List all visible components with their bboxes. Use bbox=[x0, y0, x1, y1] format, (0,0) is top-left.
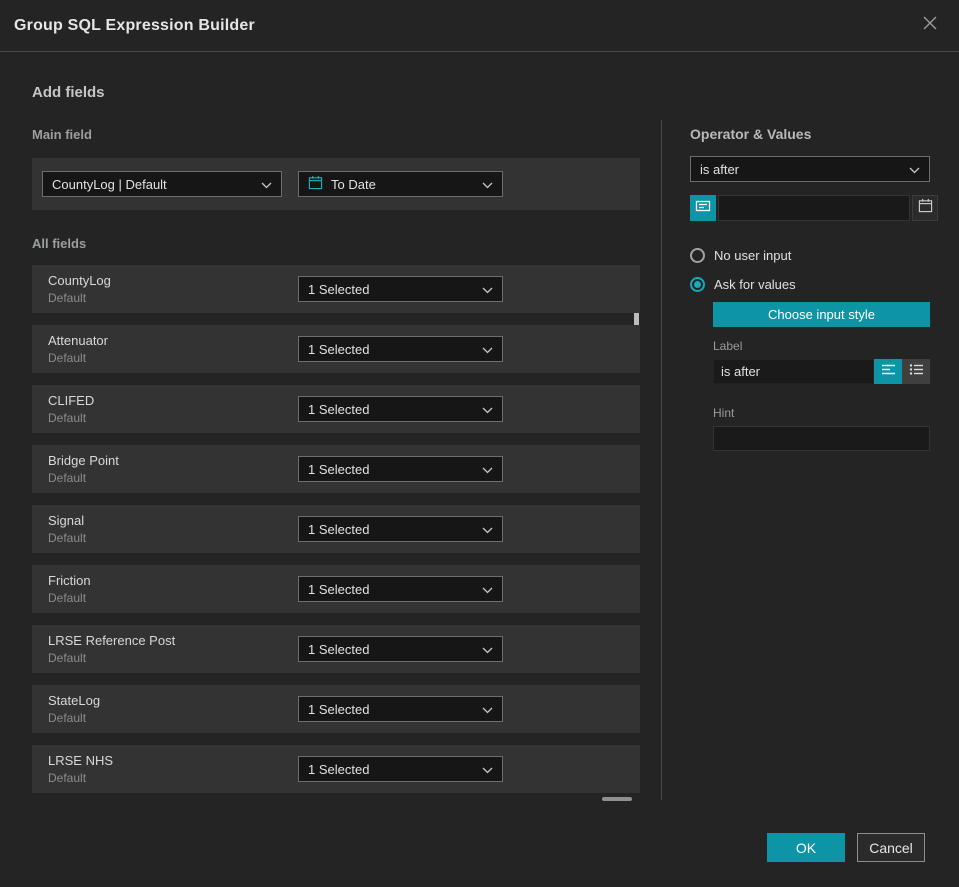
field-row: LRSE Reference Post Default 1 Selected bbox=[32, 625, 640, 673]
chevron-down-icon bbox=[482, 177, 493, 192]
main-field-select-value: CountyLog | Default bbox=[52, 176, 167, 192]
main-field-date-select[interactable]: To Date bbox=[298, 171, 503, 197]
chevron-down-icon bbox=[909, 162, 920, 177]
radio-ask-for-values-label: Ask for values bbox=[714, 277, 796, 292]
ask-for-values-section: Choose input style Label is after Hint bbox=[713, 302, 930, 451]
field-selected-dropdown[interactable]: 1 Selected bbox=[298, 276, 503, 302]
panel-divider bbox=[661, 120, 662, 800]
hint-input[interactable] bbox=[713, 426, 930, 451]
choose-input-style-button[interactable]: Choose input style bbox=[713, 302, 930, 327]
manual-entry-icon bbox=[695, 198, 711, 219]
field-selected-label: 1 Selected bbox=[308, 401, 370, 417]
chevron-down-icon bbox=[482, 702, 493, 717]
field-selected-label: 1 Selected bbox=[308, 341, 370, 357]
field-selected-label: 1 Selected bbox=[308, 581, 370, 597]
add-fields-heading: Add fields bbox=[32, 84, 105, 101]
field-selected-label: 1 Selected bbox=[308, 281, 370, 297]
operator-select[interactable]: is after bbox=[690, 156, 930, 182]
hint-label: Hint bbox=[713, 406, 735, 420]
dialog-footer: OK Cancel bbox=[767, 833, 925, 862]
field-selected-label: 1 Selected bbox=[308, 701, 370, 717]
label-input[interactable] bbox=[713, 359, 874, 384]
field-selected-dropdown[interactable]: 1 Selected bbox=[298, 336, 503, 362]
calendar-icon bbox=[918, 198, 933, 218]
chevron-down-icon bbox=[482, 462, 493, 477]
radio-ask-for-values[interactable]: Ask for values bbox=[690, 277, 930, 292]
field-row: StateLog Default 1 Selected bbox=[32, 685, 640, 733]
chevron-down-icon bbox=[482, 522, 493, 537]
radio-no-user-input[interactable]: No user input bbox=[690, 248, 930, 263]
field-row: CLIFED Default 1 Selected bbox=[32, 385, 640, 433]
radio-selected-icon bbox=[690, 277, 705, 292]
date-value-input[interactable] bbox=[718, 195, 910, 221]
field-row: Friction Default 1 Selected bbox=[32, 565, 640, 613]
chevron-down-icon bbox=[482, 642, 493, 657]
field-selected-label: 1 Selected bbox=[308, 461, 370, 477]
input-style-list-button[interactable] bbox=[902, 359, 930, 384]
field-row: Attenuator Default 1 Selected bbox=[32, 325, 640, 373]
operator-select-value: is after bbox=[700, 161, 740, 177]
radio-no-user-input-label: No user input bbox=[714, 248, 792, 263]
field-selected-dropdown[interactable]: 1 Selected bbox=[298, 636, 503, 662]
all-fields-label: All fields bbox=[32, 236, 87, 251]
field-selected-dropdown[interactable]: 1 Selected bbox=[298, 576, 503, 602]
align-left-icon bbox=[881, 363, 896, 381]
chevron-down-icon bbox=[482, 582, 493, 597]
operator-values-heading: Operator & Values bbox=[690, 126, 812, 142]
add-fields-panel: Add fields Main field CountyLog | Defaul… bbox=[32, 84, 640, 805]
main-field-label: Main field bbox=[32, 127, 92, 142]
list-icon bbox=[909, 363, 924, 381]
all-fields-list: CountyLog Default 1 Selected Attenuator … bbox=[32, 265, 640, 801]
field-row: Signal Default 1 Selected bbox=[32, 505, 640, 553]
horizontal-scrollbar-thumb[interactable] bbox=[602, 797, 632, 801]
input-style-single-line-button[interactable] bbox=[874, 359, 902, 384]
field-selected-label: 1 Selected bbox=[308, 521, 370, 537]
label-label: Label bbox=[713, 339, 743, 353]
close-icon bbox=[922, 15, 938, 36]
radio-unselected-icon bbox=[690, 248, 705, 263]
manual-entry-button[interactable] bbox=[690, 195, 716, 221]
field-selected-dropdown[interactable]: 1 Selected bbox=[298, 696, 503, 722]
main-field-select[interactable]: CountyLog | Default bbox=[42, 171, 282, 197]
field-row: Bridge Point Default 1 Selected bbox=[32, 445, 640, 493]
field-selected-dropdown[interactable]: 1 Selected bbox=[298, 456, 503, 482]
dialog-header: Group SQL Expression Builder bbox=[0, 0, 959, 52]
close-button[interactable] bbox=[919, 15, 941, 37]
date-picker-button[interactable] bbox=[912, 195, 938, 221]
chevron-down-icon bbox=[482, 342, 493, 357]
field-selected-label: 1 Selected bbox=[308, 761, 370, 777]
cancel-button[interactable]: Cancel bbox=[857, 833, 925, 862]
label-row bbox=[713, 359, 930, 384]
main-field-date-select-value: To Date bbox=[331, 176, 376, 192]
ok-button[interactable]: OK bbox=[767, 833, 845, 862]
dialog-title: Group SQL Expression Builder bbox=[14, 16, 255, 34]
field-selected-dropdown[interactable]: 1 Selected bbox=[298, 396, 503, 422]
field-selected-dropdown[interactable]: 1 Selected bbox=[298, 756, 503, 782]
chevron-down-icon bbox=[482, 282, 493, 297]
field-selected-label: 1 Selected bbox=[308, 641, 370, 657]
main-field-row: CountyLog | Default To Date bbox=[32, 158, 640, 210]
field-selected-dropdown[interactable]: 1 Selected bbox=[298, 516, 503, 542]
chevron-down-icon bbox=[482, 402, 493, 417]
field-row: CountyLog Default 1 Selected bbox=[32, 265, 640, 313]
field-row: LRSE NHS Default 1 Selected bbox=[32, 745, 640, 793]
date-value-row bbox=[690, 195, 938, 221]
chevron-down-icon bbox=[261, 177, 272, 192]
operator-values-panel: Operator & Values is after No user input… bbox=[690, 126, 938, 451]
chevron-down-icon bbox=[482, 762, 493, 777]
calendar-icon bbox=[308, 175, 323, 193]
